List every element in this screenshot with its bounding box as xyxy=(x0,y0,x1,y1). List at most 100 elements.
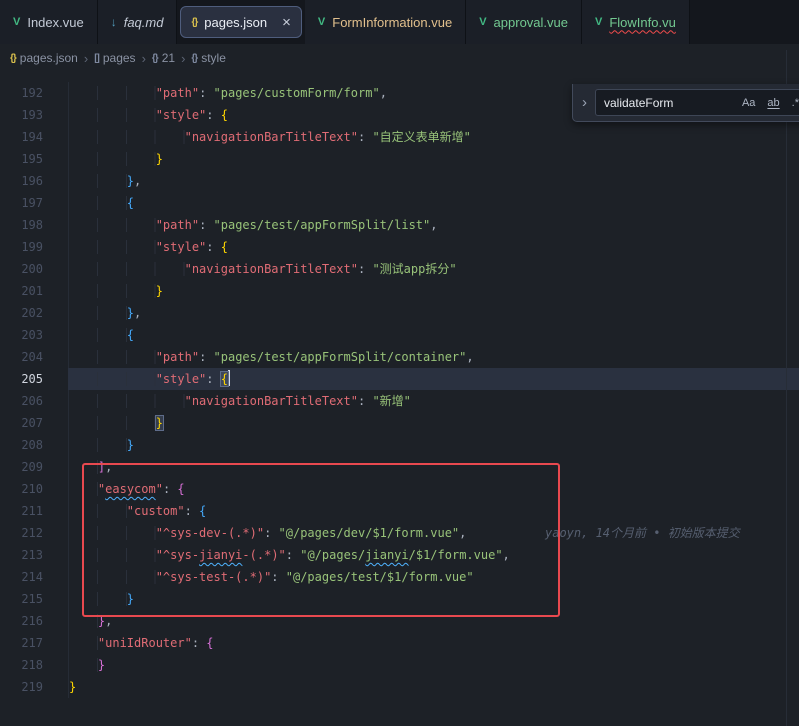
breadcrumb-label: 21 xyxy=(162,51,175,65)
editor[interactable]: 192 "path": "pages/customForm/form",193 … xyxy=(0,72,799,726)
find-widget: › Aaab.* xyxy=(572,84,799,122)
vue-icon: V xyxy=(13,16,20,28)
code-line-200[interactable]: 200 "navigationBarTitleText": "测试app拆分" xyxy=(0,258,799,280)
line-number[interactable]: 213 xyxy=(0,544,69,566)
tab-flowinfo.vu[interactable]: V FlowInfo.vu xyxy=(582,0,690,44)
tab-index.vue[interactable]: V Index.vue xyxy=(0,0,98,44)
code-line-203[interactable]: 203 { xyxy=(0,324,799,346)
code-line-208[interactable]: 208 } xyxy=(0,434,799,456)
tab-approval.vue[interactable]: Vapproval.vue xyxy=(466,0,582,44)
line-number[interactable]: 194 xyxy=(0,126,69,148)
breadcrumb-label: pages xyxy=(103,51,136,65)
code-line-195[interactable]: 195 } xyxy=(0,148,799,170)
line-number[interactable]: 202 xyxy=(0,302,69,324)
code-line-205[interactable]: 205 "style": { xyxy=(0,368,799,390)
breadcrumb-label: pages.json xyxy=(20,51,78,65)
regex-button[interactable]: .* xyxy=(787,95,799,111)
breadcrumb-label: style xyxy=(201,51,226,65)
breadcrumb-separator: › xyxy=(181,51,185,66)
tab-label: pages.json xyxy=(204,15,267,30)
breadcrumb-item-pages.json[interactable]: {} pages.json xyxy=(10,51,78,65)
code-line-198[interactable]: 198 "path": "pages/test/appFormSplit/lis… xyxy=(0,214,799,236)
breadcrumb-item-21[interactable]: {} 21 xyxy=(152,51,175,65)
code-line-211[interactable]: 211 "custom": { xyxy=(0,500,799,522)
line-number[interactable]: 195 xyxy=(0,148,69,170)
code-line-219[interactable]: 219} xyxy=(0,676,799,698)
git-blame-annotation: yaoyn, 14个月前 • 初始版本提交 xyxy=(545,522,740,544)
line-number[interactable]: 205 xyxy=(0,368,69,390)
line-number[interactable]: 204 xyxy=(0,346,69,368)
tab-forminformation.vue[interactable]: VFormInformation.vue xyxy=(305,0,466,44)
scrollbar-line xyxy=(786,50,787,726)
code-line-197[interactable]: 197 { xyxy=(0,192,799,214)
line-number[interactable]: 209 xyxy=(0,456,69,478)
code-line-213[interactable]: 213 "^sys-jianyi-(.*)": "@/pages/jianyi/… xyxy=(0,544,799,566)
match-case-button[interactable]: Aa xyxy=(737,95,760,111)
code-line-207[interactable]: 207 } xyxy=(0,412,799,434)
vue-icon: V xyxy=(595,16,602,28)
breadcrumb-item-style[interactable]: {} style xyxy=(191,51,225,65)
line-number[interactable]: 219 xyxy=(0,676,69,698)
code-line-204[interactable]: 204 "path": "pages/test/appFormSplit/con… xyxy=(0,346,799,368)
line-number[interactable]: 207 xyxy=(0,412,69,434)
code-line-199[interactable]: 199 "style": { xyxy=(0,236,799,258)
tab-label: approval.vue xyxy=(494,15,568,30)
line-number[interactable]: 208 xyxy=(0,434,69,456)
line-number[interactable]: 218 xyxy=(0,654,69,676)
tab-bar: V Index.vue ↓ faq.md {} pages.json × VFormInfor… xyxy=(0,0,799,44)
code-line-215[interactable]: 215 } xyxy=(0,588,799,610)
breadcrumb-item-pages[interactable]: [] pages xyxy=(94,51,135,65)
code-line-194[interactable]: 194 "navigationBarTitleText": "自定义表单新增" xyxy=(0,126,799,148)
line-number[interactable]: 214 xyxy=(0,566,69,588)
code-line-196[interactable]: 196 }, xyxy=(0,170,799,192)
line-number[interactable]: 199 xyxy=(0,236,69,258)
code-line-202[interactable]: 202 }, xyxy=(0,302,799,324)
breadcrumb-separator: › xyxy=(142,51,146,66)
line-number[interactable]: 212 xyxy=(0,522,69,544)
line-number[interactable]: 215 xyxy=(0,588,69,610)
tab-label: faq.md xyxy=(124,15,164,30)
code-line-218[interactable]: 218 } xyxy=(0,654,799,676)
find-buttons: Aaab.* xyxy=(737,95,799,111)
line-number[interactable]: 197 xyxy=(0,192,69,214)
line-number[interactable]: 203 xyxy=(0,324,69,346)
markdown-icon: ↓ xyxy=(111,15,117,29)
object-symbol-icon: {} xyxy=(152,53,158,64)
line-number[interactable]: 201 xyxy=(0,280,69,302)
code-line-216[interactable]: 216 }, xyxy=(0,610,799,632)
line-number[interactable]: 216 xyxy=(0,610,69,632)
line-number[interactable]: 198 xyxy=(0,214,69,236)
code-line-214[interactable]: 214 "^sys-test-(.*)": "@/pages/test/$1/f… xyxy=(0,566,799,588)
array-symbol-icon: [] xyxy=(94,53,99,64)
find-input-wrap: Aaab.* xyxy=(595,89,799,116)
code-line-217[interactable]: 217 "uniIdRouter": { xyxy=(0,632,799,654)
line-number[interactable]: 206 xyxy=(0,390,69,412)
tab-pages.json[interactable]: {} pages.json × xyxy=(180,6,301,38)
json-symbol-icon: {} xyxy=(10,53,16,64)
line-number[interactable]: 193 xyxy=(0,104,69,126)
vue-icon: V xyxy=(318,16,325,28)
code-line-212[interactable]: 212 "^sys-dev-(.*)": "@/pages/dev/$1/for… xyxy=(0,522,799,544)
line-number[interactable]: 200 xyxy=(0,258,69,280)
vue-icon: V xyxy=(479,16,486,28)
find-input[interactable] xyxy=(604,96,722,110)
code-line-209[interactable]: 209 ], xyxy=(0,456,799,478)
text-cursor xyxy=(228,370,230,386)
code-area[interactable]: 192 "path": "pages/customForm/form",193 … xyxy=(0,72,799,698)
tab-label: Index.vue xyxy=(27,15,83,30)
tab-faq.md[interactable]: ↓ faq.md xyxy=(98,0,178,44)
whole-word-button[interactable]: ab xyxy=(762,95,784,111)
line-number[interactable]: 211 xyxy=(0,500,69,522)
json-icon: {} xyxy=(191,17,197,28)
line-number[interactable]: 196 xyxy=(0,170,69,192)
line-number[interactable]: 192 xyxy=(0,82,69,104)
line-number[interactable]: 210 xyxy=(0,478,69,500)
object-symbol-icon: {} xyxy=(191,53,197,64)
code-line-206[interactable]: 206 "navigationBarTitleText": "新增" xyxy=(0,390,799,412)
code-line-201[interactable]: 201 } xyxy=(0,280,799,302)
close-icon[interactable]: × xyxy=(282,15,291,30)
code-line-210[interactable]: 210 "easycom": { xyxy=(0,478,799,500)
line-number[interactable]: 217 xyxy=(0,632,69,654)
chevron-right-icon[interactable]: › xyxy=(579,94,590,111)
tab-label: FlowInfo.vu xyxy=(609,15,675,30)
